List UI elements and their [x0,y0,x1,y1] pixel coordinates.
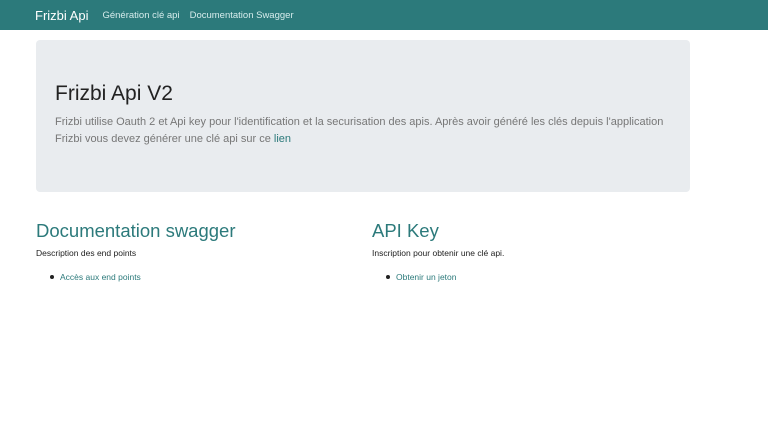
swagger-section: Documentation swagger Description des en… [36,220,336,282]
intro-text: Frizbi utilise Oauth 2 et Api key pour l… [55,114,675,148]
token-link[interactable]: Obtenir un jeton [396,272,456,282]
swagger-title: Documentation swagger [36,220,236,241]
apikey-section: API Key Inscription pour obtenir une clé… [372,220,672,282]
intro-link[interactable]: lien [274,133,291,145]
navbar-brand[interactable]: Frizbi Api [35,8,88,23]
apikey-list: Obtenir un jeton [372,272,672,282]
swagger-list: Accès aux end points [36,272,336,282]
intro-text-body: Frizbi utilise Oauth 2 et Api key pour l… [55,116,664,145]
endpoints-link[interactable]: Accès aux end points [60,272,141,282]
navbar: Frizbi Api Génération clé api Documentat… [0,0,768,30]
page-title: Frizbi Api V2 [55,82,173,105]
bullet-icon [386,275,390,279]
nav-link-generation-cle[interactable]: Génération clé api [102,10,179,21]
nav-link-documentation-swagger[interactable]: Documentation Swagger [190,10,294,21]
list-item: Accès aux end points [50,272,336,282]
swagger-description: Description des end points [36,248,137,258]
apikey-description: Inscription pour obtenir une clé api. [372,248,505,258]
jumbotron: Frizbi Api V2 Frizbi utilise Oauth 2 et … [36,40,690,192]
apikey-title: API Key [372,220,439,241]
list-item: Obtenir un jeton [386,272,672,282]
bullet-icon [50,275,54,279]
